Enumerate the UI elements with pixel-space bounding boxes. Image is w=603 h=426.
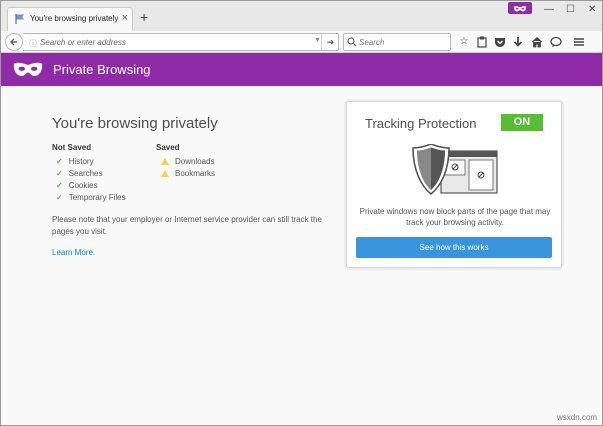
tracking-illustration bbox=[412, 144, 498, 196]
banner-title: Private Browsing bbox=[53, 62, 151, 77]
private-flag-icon bbox=[15, 14, 24, 24]
private-browsing-banner: Private Browsing bbox=[1, 53, 602, 86]
go-arrow-icon[interactable]: ➔ bbox=[321, 34, 339, 50]
mask-icon bbox=[513, 6, 527, 12]
menu-icon[interactable] bbox=[572, 35, 586, 49]
tracking-protection-title: Tracking Protection bbox=[365, 116, 477, 131]
not-saved-item: ✓ Searches bbox=[56, 169, 103, 178]
reader-list-icon[interactable] bbox=[475, 35, 489, 49]
minimize-button[interactable]: — bbox=[544, 4, 554, 16]
tab-close-icon[interactable]: × bbox=[122, 11, 128, 25]
info-icon[interactable]: ⓘ bbox=[29, 38, 37, 49]
not-saved-heading: Not Saved bbox=[52, 143, 92, 152]
privacy-note: Please note that your employer or Intern… bbox=[52, 215, 322, 236]
mask-icon bbox=[13, 62, 43, 76]
navigation-toolbar: ⓘ Search or enter address ▼ ➔ Search ☆ bbox=[1, 31, 602, 53]
close-window-button[interactable]: ✕ bbox=[588, 4, 596, 16]
not-saved-item: ✓ Temporary Files bbox=[56, 193, 126, 202]
new-tab-button[interactable]: + bbox=[140, 10, 148, 24]
back-arrow-icon bbox=[10, 38, 17, 46]
tracking-protection-card: Tracking Protection ON Private windows n… bbox=[346, 101, 562, 268]
private-browsing-badge bbox=[508, 2, 532, 14]
see-how-button[interactable]: See how this works bbox=[356, 237, 552, 258]
page-title: You're browsing privately bbox=[52, 115, 218, 132]
not-saved-item: ✓ History bbox=[56, 157, 94, 166]
tab-strip: You're browsing privately × + — ☐ ✕ bbox=[1, 1, 602, 31]
pocket-icon[interactable] bbox=[493, 35, 507, 49]
not-saved-item: ✓ Cookies bbox=[56, 181, 98, 190]
maximize-button[interactable]: ☐ bbox=[566, 4, 575, 16]
tab-private[interactable]: You're browsing privately × bbox=[7, 7, 133, 31]
learn-more-link[interactable]: Learn More. bbox=[52, 248, 95, 257]
warning-icon bbox=[161, 170, 169, 177]
check-icon: ✓ bbox=[56, 193, 63, 202]
chat-icon[interactable] bbox=[549, 35, 563, 49]
search-input[interactable]: Search bbox=[359, 38, 384, 47]
download-icon[interactable] bbox=[511, 35, 525, 49]
tracking-toggle[interactable]: ON bbox=[501, 114, 543, 131]
tracking-description: Private windows now block parts of the p… bbox=[359, 207, 551, 227]
home-icon[interactable] bbox=[530, 35, 544, 49]
check-icon: ✓ bbox=[56, 181, 63, 190]
tab-title: You're browsing privately bbox=[30, 14, 119, 23]
browser-window: You're browsing privately × + — ☐ ✕ ⓘ Se… bbox=[0, 0, 603, 426]
saved-heading: Saved bbox=[156, 143, 180, 152]
check-icon: ✓ bbox=[56, 157, 63, 166]
saved-item: Downloads bbox=[161, 157, 215, 166]
check-icon: ✓ bbox=[56, 169, 63, 178]
url-dropdown-icon[interactable]: ▼ bbox=[314, 37, 321, 44]
search-bar[interactable]: Search bbox=[343, 33, 451, 51]
back-button[interactable] bbox=[5, 33, 23, 51]
url-bar[interactable]: ⓘ Search or enter address ▼ ➔ bbox=[23, 33, 339, 51]
warning-icon bbox=[161, 158, 169, 165]
saved-item: Bookmarks bbox=[161, 169, 215, 178]
watermark-text: wsxdn.com bbox=[557, 413, 598, 422]
star-icon[interactable]: ☆ bbox=[457, 35, 471, 49]
url-input[interactable]: Search or enter address bbox=[40, 38, 126, 47]
search-icon bbox=[347, 37, 357, 47]
